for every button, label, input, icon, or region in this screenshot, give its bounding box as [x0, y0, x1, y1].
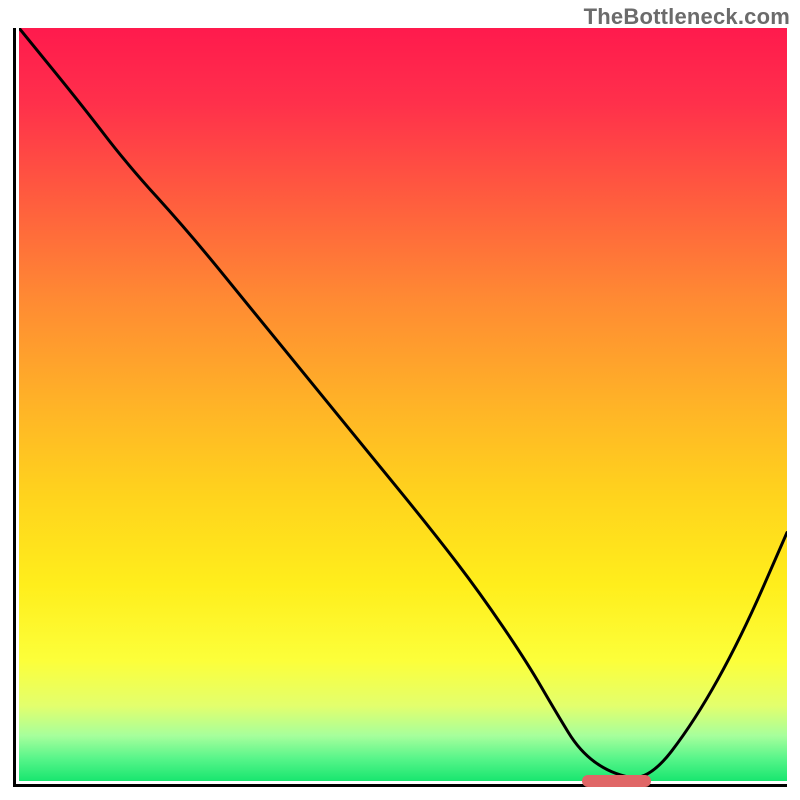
curve-svg	[19, 28, 787, 781]
optimal-marker	[582, 775, 651, 787]
watermark-text: TheBottleneck.com	[584, 4, 790, 30]
bottleneck-curve-path	[19, 28, 787, 778]
chart-frame: TheBottleneck.com	[0, 0, 800, 800]
plot-area	[13, 28, 787, 787]
